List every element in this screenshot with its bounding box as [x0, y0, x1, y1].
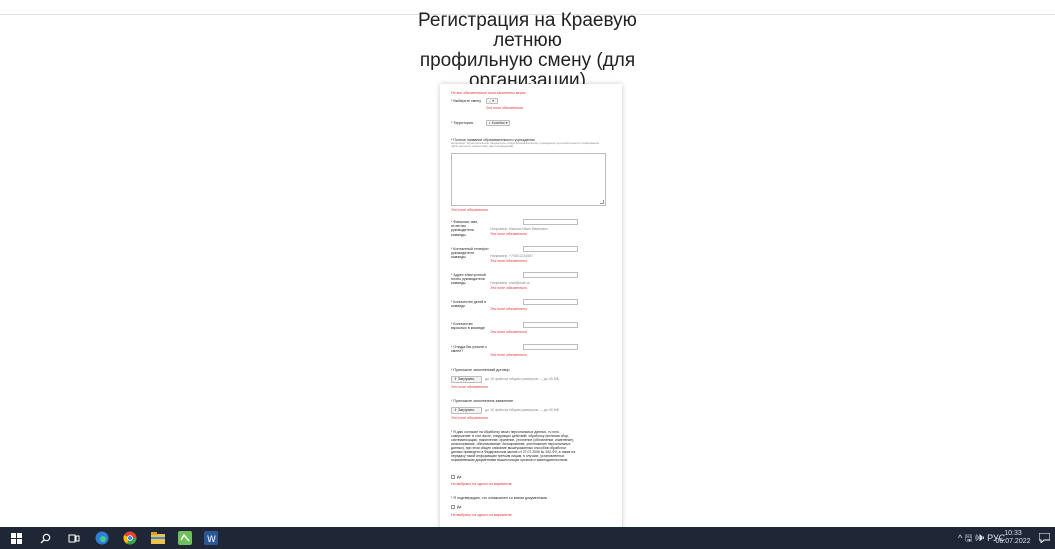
statement-upload-button[interactable]: ⇪ Загрузить: [451, 407, 482, 414]
statement-upload-hint: до 10 файлов общим размером — до 40 МБ: [485, 408, 560, 412]
source-label: * Откуда Вы узнали о смене?: [451, 345, 487, 354]
org-name-textarea[interactable]: [451, 153, 606, 206]
contract-label: * Приложите заполненный договор: [451, 368, 510, 372]
statement-error: Это поле обязательно: [451, 416, 489, 420]
contract-error: Это поле обязательно: [451, 385, 489, 389]
clock[interactable]: 10:33 06.07.2022: [995, 530, 1031, 546]
search-icon[interactable]: [37, 530, 53, 546]
source-error: Это поле обязательно: [490, 353, 528, 357]
org-name-error: Это поле обязательно: [451, 208, 489, 212]
clock-time: 10:33: [1004, 530, 1022, 537]
confirm-yes-label: Да: [457, 505, 462, 509]
contract-upload-button[interactable]: ⇪ Загрузить: [451, 376, 482, 383]
shift-label: * Выберите смену: [451, 99, 482, 103]
file-explorer-icon[interactable]: [150, 530, 166, 546]
confirm-text: * Я подтверждаю, что ознакомлен со всеми…: [451, 496, 547, 500]
adults-count-label: * Количество взрослых в команде: [451, 322, 485, 331]
registration-form: Не все обязательные поля заполнены верно…: [440, 84, 622, 538]
leader-phone-hint: Например: +79001234567: [490, 254, 534, 258]
territory-select[interactable]: г. Копейск ▾: [486, 120, 510, 126]
consent-yes-label: Да: [457, 475, 462, 479]
shift-select[interactable]: -- ▾: [486, 98, 498, 104]
required-note: Не все обязательные поля заполнены верно: [451, 91, 526, 95]
consent-error: Не выбрано ни одного из вариантов: [451, 482, 512, 486]
leader-email-error: Это поле обязательно: [490, 286, 528, 290]
children-count-error: Это поле обязательно: [490, 307, 528, 311]
org-name-hint: Например: Муниципальное бюджетное общеоб…: [451, 141, 600, 149]
leader-name-error: Это поле обязательно: [490, 232, 528, 236]
page-title: Регистрация на Краевую летнюю профильную…: [418, 10, 637, 91]
adults-count-input[interactable]: [523, 322, 578, 328]
notifications-icon[interactable]: [1036, 530, 1052, 546]
leader-name-hint: Например: Иванов Иван Иванович: [490, 227, 549, 231]
leader-name-label: * Фамилия, имя, отчество руководителя ко…: [451, 220, 479, 237]
source-input[interactable]: [523, 344, 578, 350]
leader-phone-input[interactable]: [523, 246, 578, 252]
adults-count-error: Это поле обязательно: [490, 330, 528, 334]
contract-upload-hint: до 10 файлов общим размером — до 40 МБ: [485, 377, 560, 381]
leader-email-hint: Например: mail@mail.ru: [490, 281, 531, 285]
windows-start-icon[interactable]: [8, 530, 24, 546]
chrome-browser-icon[interactable]: [122, 530, 138, 546]
word-icon[interactable]: W: [203, 530, 219, 546]
confirm-error: Не выбрано ни одного из вариантов: [451, 513, 512, 517]
confirm-yes-checkbox[interactable]: [451, 505, 455, 509]
leader-email-label: * Адрес электронной почты руководителя к…: [451, 273, 486, 286]
taskbar: W ^ 🖫 🕪 РУС 10:33 06.07.2022: [0, 527, 1055, 549]
task-view-icon[interactable]: [66, 530, 82, 546]
clock-date: 06.07.2022: [995, 538, 1031, 545]
territory-label: * Территория: [451, 121, 473, 125]
resize-grip-icon[interactable]: [600, 200, 604, 204]
statement-label: * Приложите заполненное заявление: [451, 399, 514, 403]
leader-phone-label: * Контактный телефон руководителя команд…: [451, 247, 489, 260]
children-count-input[interactable]: [523, 299, 578, 305]
leader-name-input[interactable]: [523, 219, 578, 225]
consent-yes-checkbox[interactable]: [451, 475, 455, 479]
children-count-label: * Количество детей в команде: [451, 300, 487, 309]
leader-email-input[interactable]: [523, 272, 578, 278]
svg-text:W: W: [207, 535, 216, 545]
app-icon[interactable]: [177, 530, 193, 546]
shift-error: Это поле обязательно: [486, 106, 524, 110]
leader-phone-error: Это поле обязательно: [490, 259, 528, 263]
edge-browser-icon[interactable]: [94, 530, 110, 546]
consent-text: * Я даю согласие на обработку своих перс…: [451, 430, 576, 462]
